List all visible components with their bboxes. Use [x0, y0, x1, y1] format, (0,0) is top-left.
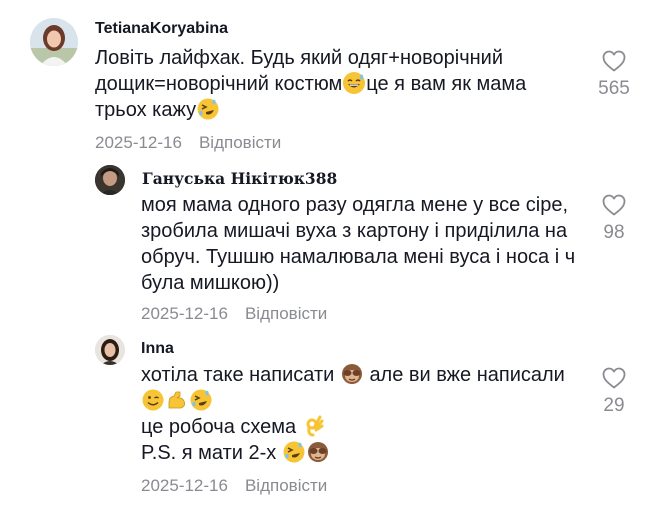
heart-outline-icon — [602, 50, 626, 72]
comment-username[interactable]: Inna — [141, 340, 174, 358]
comment-text-line: моя мама одного разу одягла мене у все с… — [141, 194, 569, 216]
rolling-on-floor-laughing-emoji — [283, 441, 305, 463]
comment-text-line: зробила мишачі вуха з картону і приділил… — [141, 220, 568, 242]
reply-button[interactable]: Відповісти — [245, 304, 327, 323]
comment-text-line: трьох кажу — [95, 97, 220, 123]
comment-username[interactable]: TetianaKoryabina — [95, 20, 228, 38]
heart-outline-icon — [602, 367, 626, 389]
like-button[interactable]: 29 — [589, 367, 639, 417]
comment-text-line: обруч. Тушшю намалювала мені вуса і носа… — [141, 246, 576, 268]
comment-date: 2025-12-16 — [141, 304, 228, 323]
comment-text-line: Ловіть лайфхак. Будь який одяг+новорічни… — [95, 47, 504, 69]
comment-text-line: дощик=новорічний костюм це я вам як мама — [95, 72, 527, 95]
see-no-evil-monkey-emoji — [341, 363, 363, 385]
avatar[interactable] — [95, 335, 125, 365]
winking-face-emoji — [142, 389, 164, 411]
heart-outline-icon — [602, 194, 626, 216]
comment-meta: 2025-12-16 Відповісти — [95, 133, 281, 153]
ok-hand-emoji — [303, 415, 325, 437]
reply-button[interactable]: Відповісти — [245, 476, 327, 495]
flexed-biceps-emoji — [166, 389, 188, 411]
like-count: 98 — [603, 222, 625, 243]
comment-meta: 2025-12-16 Відповісти — [141, 476, 327, 496]
comment-meta: 2025-12-16 Відповісти — [141, 304, 327, 324]
see-no-evil-monkey-emoji — [307, 441, 329, 463]
comment-text-line: хотіла таке написати але ви вже написали — [141, 363, 565, 386]
comment-date: 2025-12-16 — [141, 476, 228, 495]
comment-text-line — [141, 388, 213, 414]
reply-button[interactable]: Відповісти — [199, 133, 281, 152]
avatar[interactable] — [30, 18, 78, 66]
comment-date: 2025-12-16 — [95, 133, 182, 152]
comment-text-line: P.S. я мати 2-х — [141, 440, 330, 466]
like-count: 29 — [603, 395, 625, 416]
like-button[interactable]: 98 — [589, 194, 639, 244]
rolling-on-floor-laughing-emoji — [190, 389, 212, 411]
rolling-on-floor-laughing-emoji — [197, 98, 219, 120]
comment-text-line: це робоча схема — [141, 414, 326, 440]
comment-username[interactable]: Гануська Нікітюк388 — [142, 169, 337, 188]
avatar[interactable] — [95, 165, 125, 195]
grinning-sweat-emoji — [343, 72, 366, 94]
like-button[interactable]: 565 — [589, 50, 639, 100]
comment-text-line: була мишкою)) — [141, 272, 280, 294]
like-count: 565 — [598, 78, 630, 99]
